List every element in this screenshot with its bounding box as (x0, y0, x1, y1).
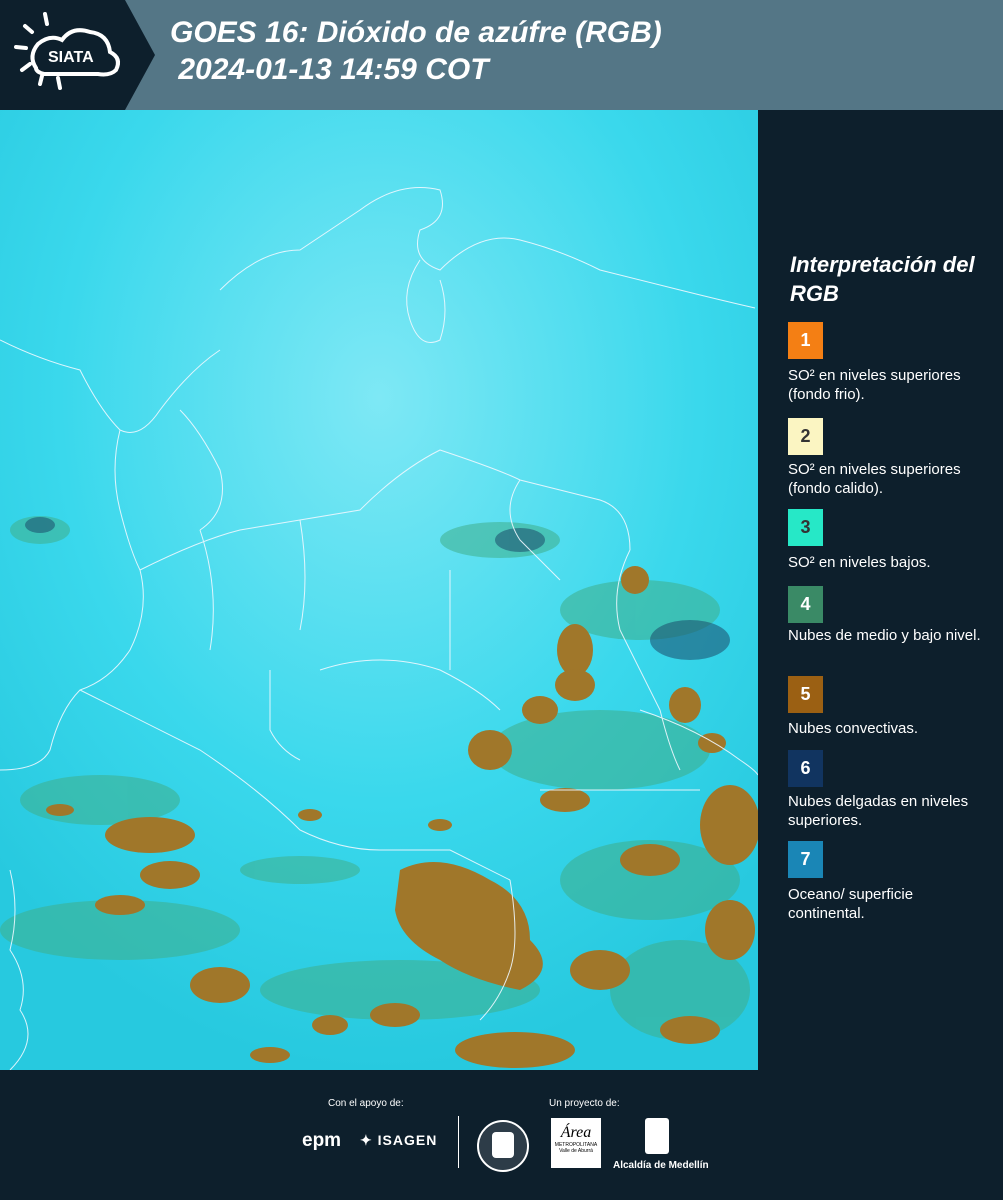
legend-title: Interpretación del RGB (790, 252, 975, 306)
alcaldia-logo-text[interactable]: Alcaldía de Medellín (613, 1160, 709, 1171)
header: SIATA GOES 16: Dióxido de azúfre (RGB) 2… (0, 0, 1003, 110)
area-logo-text: Área (560, 1124, 592, 1141)
legend-num: 7 (800, 849, 811, 869)
page-title: GOES 16: Dióxido de azúfre (RGB) 2024-01… (170, 14, 662, 88)
legend-num: 4 (800, 594, 811, 614)
sun-cloud-icon: SIATA (14, 12, 120, 90)
logo-arrow (125, 0, 155, 110)
legend-num: 2 (800, 426, 811, 446)
legend-num: 5 (800, 684, 811, 704)
legend-swatch-3: 3 (788, 509, 823, 546)
satellite-map[interactable] (0, 110, 760, 1070)
legend-num: 3 (800, 517, 811, 537)
legend-num: 1 (800, 330, 811, 350)
legend-label-1: SO² en niveles superiores (fondo frio). (788, 367, 961, 403)
isagen-icon: ✦ (360, 1132, 373, 1148)
legend-swatch-6: 6 (788, 750, 823, 787)
legend-panel: Interpretación del RGB 1 SO² en niveles … (762, 110, 1003, 1070)
logo-text: SIATA (48, 49, 94, 66)
support-label: Con el apoyo de: (328, 1098, 404, 1109)
legend-swatch-1: 1 (788, 322, 823, 359)
footer-divider (458, 1116, 459, 1168)
title-line-1: GOES 16: Dióxido de azúfre (RGB) (170, 16, 662, 49)
seal-emblem-icon (492, 1132, 514, 1158)
project-label: Un proyecto de: (549, 1098, 620, 1109)
alcaldia-shield-icon (645, 1118, 669, 1154)
isagen-logo[interactable]: ✦ ISAGEN (360, 1132, 437, 1149)
area-metropolitana-logo[interactable]: Área METROPOLITANA Valle de Aburrá (551, 1118, 601, 1168)
area-logo-sub2: Valle de Aburrá (559, 1148, 593, 1154)
legend-label-4: Nubes de medio y bajo nivel. (788, 627, 981, 644)
legend-swatch-2: 2 (788, 418, 823, 455)
rgb-composite-image (0, 110, 758, 1070)
legend-label-7: Oceano/ superficie continental. (788, 886, 914, 922)
legend-label-6: Nubes delgadas en niveles superiores. (788, 793, 969, 829)
medellin-seal-icon[interactable] (477, 1120, 529, 1172)
legend-label-2: SO² en niveles superiores (fondo calido)… (788, 461, 961, 497)
footer: Con el apoyo de: Un proyecto de: epm ✦ I… (0, 1070, 1003, 1200)
legend-label-5: Nubes convectivas. (788, 720, 919, 737)
isagen-text: ISAGEN (377, 1132, 438, 1148)
legend-swatch-7: 7 (788, 841, 823, 878)
legend-swatch-4: 4 (788, 586, 823, 623)
epm-logo[interactable]: epm (302, 1130, 341, 1152)
title-line-2: 2024-01-13 14:59 COT (170, 53, 489, 86)
siata-logo[interactable]: SIATA (0, 0, 125, 110)
legend-num: 6 (800, 758, 811, 778)
legend-swatch-5: 5 (788, 676, 823, 713)
legend-label-3: SO² en niveles bajos. (788, 554, 931, 571)
